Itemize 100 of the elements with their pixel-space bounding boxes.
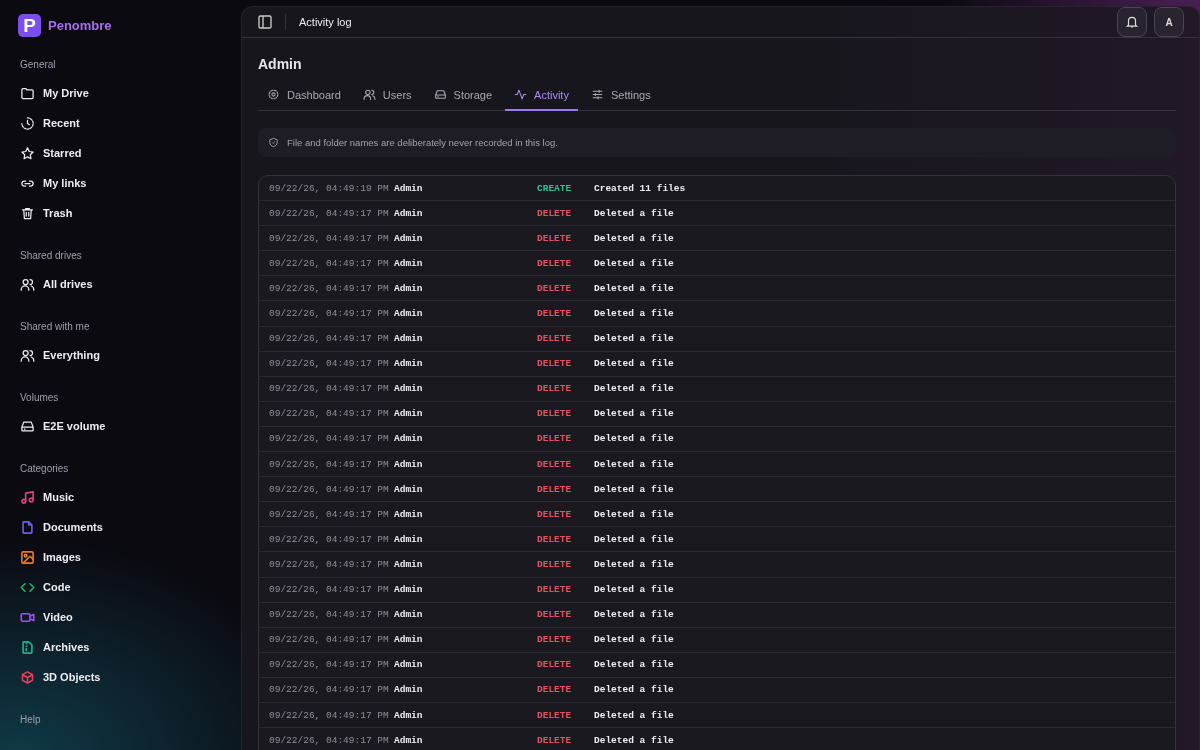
- section-heading: Help: [20, 714, 42, 725]
- table-cell-text: Admin: [394, 232, 424, 244]
- logo-icon: P: [18, 14, 41, 37]
- table-cell: Deleted a file: [594, 433, 674, 445]
- table-cell-text: 09/22/26, 04:49:17 PM: [269, 408, 390, 420]
- sidebar-item[interactable]: Documents: [18, 512, 241, 542]
- tab[interactable]: Dashboard: [258, 88, 350, 111]
- table-cell-text: Admin: [394, 358, 424, 370]
- table-cell-text: 09/22/26, 04:49:17 PM: [269, 584, 390, 596]
- table-cell-text: Admin: [394, 308, 424, 319]
- table-cell: Deleted a file: [594, 684, 674, 696]
- table-cell-text: DELETE: [537, 709, 573, 721]
- table-cell-text: Admin: [394, 257, 424, 269]
- table-cell: Deleted a file: [594, 458, 674, 470]
- table-cell-text: 09/22/26, 04:49:17 PM: [269, 257, 390, 269]
- sidebar-toggle-icon[interactable]: [257, 14, 273, 30]
- table-cell-text: 09/22/26, 04:49:17 PM: [269, 684, 390, 696]
- table-cell-text: Admin: [394, 282, 424, 294]
- table-cell: Deleted a file: [594, 508, 674, 520]
- table-cell: Deleted a file: [594, 558, 674, 570]
- table-cell-text: DELETE: [537, 508, 573, 520]
- table-cell-text: 09/22/26, 04:49:17 PM: [269, 383, 390, 395]
- sidebar-item[interactable]: Starred: [18, 138, 241, 168]
- sidebar-item[interactable]: Video: [18, 602, 241, 632]
- star-icon: [20, 145, 35, 161]
- sidebar-item[interactable]: My Drive: [18, 78, 241, 108]
- sidebar-item[interactable]: Archives: [18, 632, 241, 662]
- table-cell-text: 09/22/26, 04:49:17 PM: [269, 483, 390, 495]
- table-cell: Deleted a file: [594, 734, 674, 746]
- trash-icon: [20, 205, 35, 221]
- sidebar-item[interactable]: Trash: [18, 198, 241, 228]
- page-title: Activity log: [299, 16, 352, 28]
- sidebar-item[interactable]: All drives: [18, 269, 241, 299]
- table-cell: Deleted a file: [594, 483, 674, 495]
- section-heading: Volumes: [20, 392, 60, 403]
- gear-icon: [267, 88, 280, 101]
- section-heading: Shared with me: [20, 321, 91, 332]
- table-cell-text: 09/22/26, 04:49:17 PM: [269, 333, 390, 345]
- table-cell-text: Admin: [394, 659, 424, 671]
- sliders-icon: [590, 88, 604, 101]
- table-cell-text: 09/22/26, 04:49:17 PM: [269, 232, 390, 244]
- sidebar-item[interactable]: E2E volume: [18, 411, 241, 441]
- table-cell-text: DELETE: [537, 257, 573, 269]
- table-cell-text: Admin: [394, 458, 424, 470]
- tab[interactable]: Users: [353, 88, 421, 111]
- table-cell-text: Admin: [394, 333, 424, 345]
- table-cell-text: 09/22/26, 04:49:19 PM: [269, 182, 390, 194]
- table-cell: Created 11 files: [594, 182, 686, 194]
- users-icon: [362, 88, 376, 101]
- table-cell-text: DELETE: [537, 634, 573, 646]
- table-cell: Deleted a file: [594, 333, 674, 345]
- sidebar-item[interactable]: Code: [18, 572, 241, 602]
- section-title: Admin: [258, 56, 303, 72]
- table-cell: Deleted a file: [594, 584, 674, 596]
- table-cell-text: Admin: [394, 483, 424, 495]
- table-cell: Deleted a file: [594, 358, 674, 370]
- table-cell-text: Admin: [394, 433, 424, 445]
- table-cell-text: CREATE: [537, 182, 573, 194]
- table-cell-text: Admin: [394, 182, 424, 194]
- table-cell-text: DELETE: [537, 584, 573, 596]
- table-cell-text: DELETE: [537, 333, 573, 345]
- table-cell-text: DELETE: [537, 533, 573, 545]
- sidebar-item[interactable]: Everything: [18, 340, 241, 370]
- users-icon: [20, 347, 35, 363]
- users-icon: [20, 276, 35, 292]
- table-cell-text: Admin: [394, 508, 424, 520]
- sidebar-item[interactable]: 3D Objects: [18, 662, 241, 692]
- table-cell-text: 09/22/26, 04:49:17 PM: [269, 508, 390, 520]
- table-cell-text: DELETE: [537, 358, 573, 370]
- table-cell-text: 09/22/26, 04:49:17 PM: [269, 734, 390, 746]
- table-cell-text: DELETE: [537, 383, 573, 395]
- sidebar-item[interactable]: Music: [18, 482, 241, 512]
- avatar-button[interactable]: A: [1154, 7, 1184, 37]
- tab[interactable]: Storage: [424, 88, 502, 111]
- bell-icon: [1125, 15, 1139, 29]
- table-cell: Deleted a file: [594, 659, 674, 671]
- table-cell: Deleted a file: [594, 634, 674, 646]
- table-cell-text: Admin: [394, 709, 424, 721]
- table-cell-text: DELETE: [537, 232, 573, 244]
- table-cell-text: 09/22/26, 04:49:17 PM: [269, 533, 390, 545]
- pulse-icon: [514, 88, 528, 101]
- tab[interactable]: Activity: [505, 88, 578, 111]
- drive-icon: [20, 418, 35, 434]
- table-cell-text: DELETE: [537, 734, 573, 746]
- tab[interactable]: Settings: [581, 88, 660, 111]
- table-cell-text: DELETE: [537, 308, 573, 319]
- table-cell-text: Admin: [394, 609, 424, 621]
- table-cell-text: Admin: [394, 533, 424, 545]
- sidebar-item[interactable]: My links: [18, 168, 241, 198]
- table-cell-text: DELETE: [537, 659, 573, 671]
- table-cell-text: DELETE: [537, 458, 573, 470]
- table-cell-text: Admin: [394, 383, 424, 395]
- table-cell-text: DELETE: [537, 433, 573, 445]
- table-cell: Deleted a file: [594, 257, 674, 269]
- sidebar-item[interactable]: Images: [18, 542, 241, 572]
- table-cell: Deleted a file: [594, 207, 674, 219]
- table-cell-text: DELETE: [537, 483, 573, 495]
- table-cell-text: 09/22/26, 04:49:17 PM: [269, 609, 390, 621]
- sidebar-item[interactable]: Recent: [18, 108, 241, 138]
- notifications-button[interactable]: [1117, 7, 1147, 37]
